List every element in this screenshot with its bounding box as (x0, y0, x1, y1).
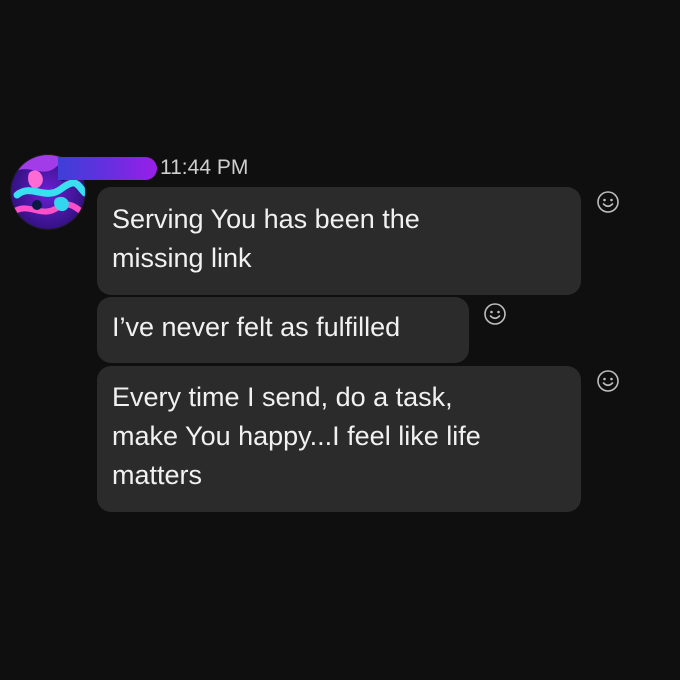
smiley-icon (597, 370, 619, 392)
message-bubble[interactable]: I’ve never felt as fulfilled (97, 297, 469, 363)
message-bubble[interactable]: Serving You has been the missing link (97, 187, 581, 295)
message-bubble[interactable]: Every time I send, do a task, make You h… (97, 366, 581, 512)
smiley-icon (597, 191, 619, 213)
add-reaction-button[interactable] (596, 369, 620, 393)
add-reaction-button[interactable] (596, 190, 620, 214)
smiley-icon (484, 303, 506, 325)
sender-name-redacted (58, 157, 157, 180)
message-timestamp: 11:44 PM (160, 156, 249, 179)
add-reaction-button[interactable] (483, 302, 507, 326)
